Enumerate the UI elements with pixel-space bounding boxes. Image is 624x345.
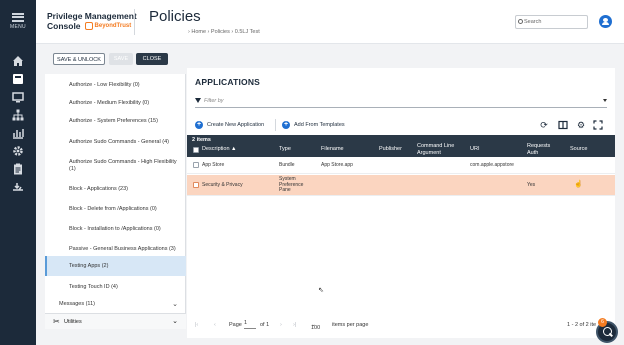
toolbar: SAVE & UNLOCK SAVE CLOSE [36, 44, 624, 68]
table-row[interactable]: App Store Bundle App Store.app com.apple… [187, 157, 615, 174]
next-page-icon[interactable]: › [280, 322, 282, 328]
analytics-icon[interactable] [11, 126, 25, 140]
search-input[interactable]: Search [515, 15, 588, 29]
applications-title: APPLICATIONS [195, 77, 261, 87]
fullscreen-icon[interactable] [593, 120, 603, 130]
home-icon[interactable] [11, 54, 25, 68]
table-row-highlighted[interactable]: Security & Privacy System Preference Pane … [187, 175, 615, 196]
column-type[interactable]: Type [279, 146, 291, 153]
mouse-pointer-icon: ⇖ [318, 287, 324, 294]
settings-icon[interactable] [11, 144, 25, 158]
brand-line1: Privilege Management [47, 11, 137, 21]
save-button[interactable]: SAVE [109, 53, 133, 65]
cell-description: Security & Privacy [202, 182, 243, 188]
brand-line2: Console [47, 21, 81, 31]
range-label: 1 - 2 of 2 ite [567, 322, 597, 328]
create-application-button[interactable]: + Create New Application [195, 121, 264, 129]
column-requests-auth[interactable]: Requests Auth [527, 143, 550, 157]
utilities-label: Utilities [64, 319, 82, 325]
column-command-line-argument[interactable]: Command Line Argument [417, 143, 454, 157]
last-page-icon[interactable]: ›| [293, 322, 296, 328]
list-item[interactable]: Authorize Sudo Commands - High Flexibili… [45, 153, 186, 179]
list-item[interactable]: Block - Installation to /Applications (0… [45, 219, 186, 239]
plus-icon: + [195, 121, 203, 129]
utilities-section[interactable]: ✂ Utilities ⌄ [45, 313, 186, 329]
table-header: 2 items Description ▲ Type Filename Publ… [187, 135, 615, 157]
clipboard-icon[interactable] [11, 162, 25, 176]
gear-icon[interactable]: ⚙ [576, 120, 586, 130]
list-item-selected[interactable]: Testing Apps (2) [45, 256, 186, 276]
cell-uri: com.apple.appstore [470, 162, 514, 168]
page-title: Policies [149, 8, 201, 25]
breadcrumb[interactable]: › Home › Policies › 0.5LJ Test [188, 29, 260, 35]
column-publisher[interactable]: Publisher [379, 146, 402, 153]
columns-icon[interactable] [558, 120, 568, 130]
item-count: 2 items [192, 137, 211, 143]
plus-icon: + [282, 121, 290, 129]
help-button[interactable]: 6 [596, 318, 618, 343]
cell-requests-auth: Yes [527, 182, 536, 188]
list-item[interactable]: Block - Applications (23) [45, 179, 186, 199]
header-divider [134, 9, 135, 35]
save-unlock-button[interactable]: SAVE & UNLOCK [53, 53, 105, 65]
cell-filename: App Store.app [321, 162, 353, 168]
hand-pointer-icon: ☝ [574, 181, 583, 188]
pagination: |‹ ‹ Page 1 of 1 › ›| 100 ⌄ items per pa… [187, 319, 615, 333]
close-button[interactable]: CLOSE [136, 53, 168, 65]
dropdown-arrow-icon[interactable] [603, 99, 607, 102]
chevron-down-icon: ⌄ [172, 318, 178, 325]
hamburger-icon [12, 12, 24, 22]
menu-label: MENU [10, 23, 26, 30]
policy-icon[interactable] [11, 72, 25, 86]
search-placeholder: Search [524, 19, 542, 25]
add-from-templates-button[interactable]: + Add From Templates [282, 121, 345, 129]
column-description[interactable]: Description ▲ [202, 146, 236, 153]
chevron-down-icon: ⌄ [172, 301, 178, 308]
app-header: Privilege Management Console BeyondTrust… [36, 0, 624, 44]
filter-input[interactable]: Filter by [195, 96, 607, 108]
column-filename[interactable]: Filename [321, 146, 344, 153]
list-item[interactable]: Authorize - System Preferences (15) [45, 112, 186, 131]
action-divider [275, 119, 276, 131]
page-number-input[interactable]: 1 [244, 320, 256, 329]
application-group-list: Authorize - Low Flexibility (0) Authoriz… [45, 74, 186, 329]
list-item[interactable]: Block - Delete from /Applications (0) [45, 199, 186, 219]
column-source[interactable]: Source [570, 146, 587, 153]
beyondtrust-mark-icon [84, 22, 93, 30]
nav-rail: MENU [0, 0, 36, 345]
messages-section[interactable]: Messages (11) ⌄ [45, 296, 186, 313]
page-of-label: of 1 [260, 322, 270, 328]
list-item[interactable]: Authorize - Medium Flexibility (0) [45, 94, 186, 112]
page-label: Page [229, 322, 242, 328]
select-all-checkbox[interactable] [193, 147, 199, 153]
monitor-icon[interactable] [11, 90, 25, 104]
tools-icon: ✂ [53, 317, 60, 326]
per-page-label: items per page [332, 322, 369, 328]
user-avatar[interactable] [599, 15, 612, 28]
row-checkbox[interactable] [193, 182, 199, 188]
list-item[interactable]: Authorize - Low Flexibility (0) [45, 76, 186, 94]
deploy-icon[interactable] [11, 180, 25, 194]
menu-button[interactable]: MENU [0, 6, 36, 36]
notification-badge: 6 [598, 318, 607, 327]
applications-panel: APPLICATIONS Filter by + Create New Appl… [187, 68, 615, 338]
cell-description: App Store [202, 162, 225, 168]
refresh-icon[interactable]: ⟳ [539, 120, 549, 130]
list-item[interactable]: Testing Touch ID (4) [45, 278, 186, 296]
cell-type: System Preference Pane [279, 176, 304, 193]
brand-logo: Privilege Management Console BeyondTrust [47, 11, 137, 31]
filter-placeholder: Filter by [204, 98, 224, 104]
cell-type: Bundle [279, 162, 295, 168]
hierarchy-icon[interactable] [11, 108, 25, 122]
beyondtrust-logo: BeyondTrust [84, 21, 131, 31]
search-icon [518, 19, 523, 24]
list-item[interactable]: Authorize Sudo Commands - General (4) [45, 131, 186, 153]
filter-icon [195, 98, 201, 103]
column-uri[interactable]: URI [470, 146, 479, 153]
per-page-select[interactable]: 100 ⌄ [311, 322, 320, 331]
prev-page-icon[interactable]: ‹ [214, 322, 216, 328]
row-checkbox[interactable] [193, 162, 199, 168]
first-page-icon[interactable]: |‹ [195, 322, 198, 328]
